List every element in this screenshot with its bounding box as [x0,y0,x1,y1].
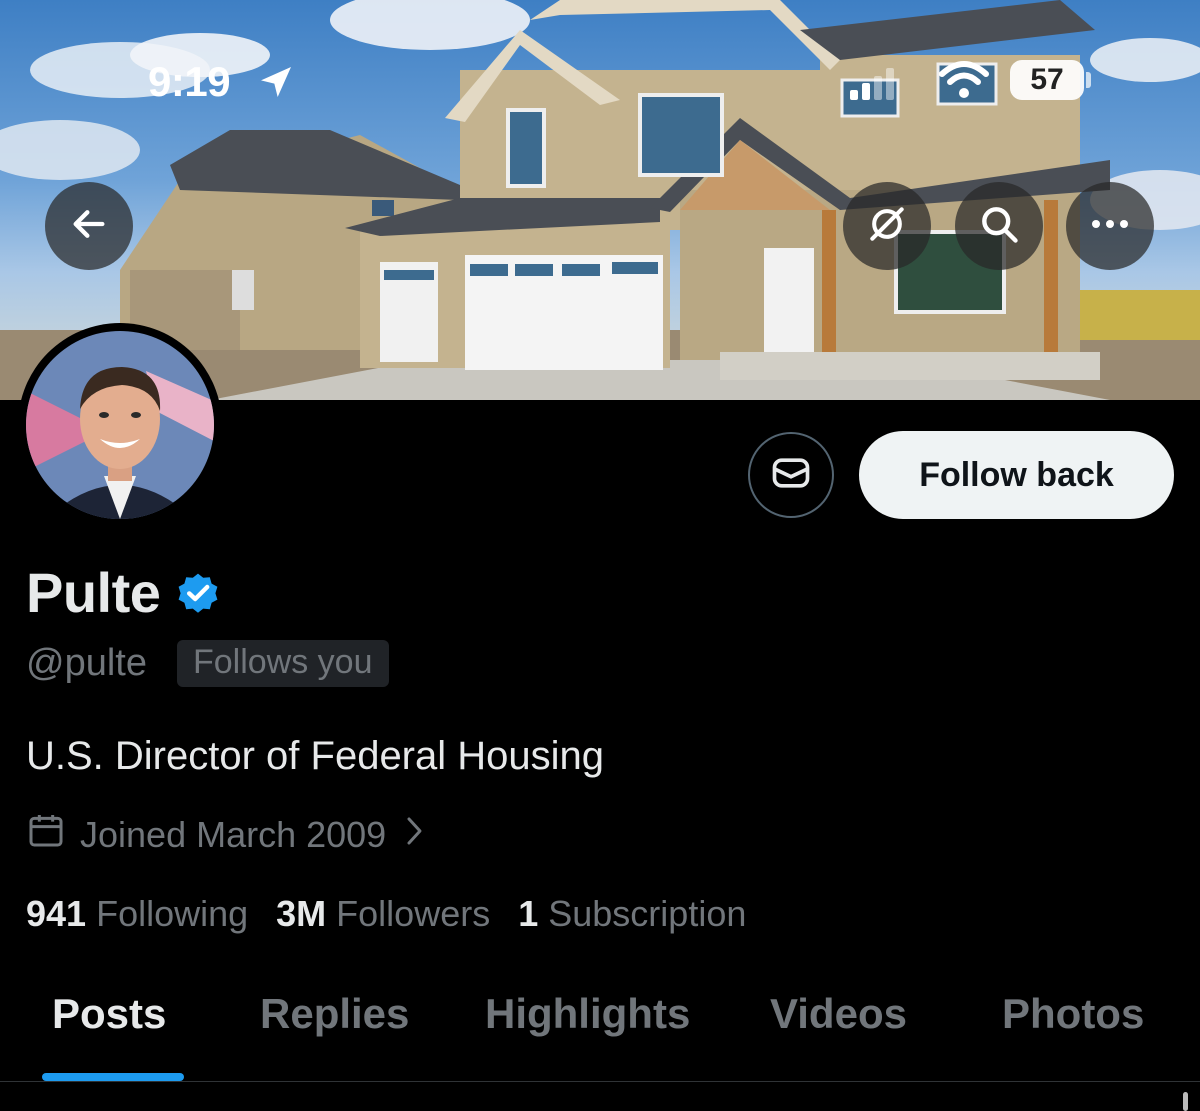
name-row: Pulte [26,560,222,625]
profile-tabs: Posts Replies Highlights Videos Photos [0,990,1200,1080]
joined-date-row[interactable]: Joined March 2009 [26,810,426,859]
grok-button[interactable] [843,182,931,270]
tab-posts[interactable]: Posts [52,990,166,1038]
envelope-icon [769,451,813,500]
tab-highlights[interactable]: Highlights [485,990,690,1038]
follows-you-badge: Follows you [176,640,389,687]
stat-number: 1 [518,893,539,934]
tab-videos[interactable]: Videos [770,990,907,1038]
back-button[interactable] [45,182,133,270]
stat-label: Followers [336,893,491,934]
tab-replies[interactable]: Replies [260,990,409,1038]
active-tab-indicator [42,1073,184,1081]
stat-number: 941 [26,893,87,934]
verified-badge-icon[interactable] [174,569,222,622]
profile-stats: 941 Following 3M Followers 1 Subscription [26,893,774,935]
status-time: 9:19 [148,58,231,105]
stat-label: Subscription [548,893,747,934]
more-button[interactable] [1066,182,1154,270]
location-arrow-icon [256,62,296,107]
user-handle: @pulte [26,642,147,684]
bio: U.S. Director of Federal Housing [26,734,605,778]
grok-slash-icon [865,202,909,251]
message-button[interactable] [748,432,834,518]
calendar-icon [26,810,66,859]
display-name: Pulte [26,561,161,624]
stat-number: 3M [276,893,327,934]
following-count[interactable]: 941 Following [26,893,248,935]
avatar[interactable] [18,323,222,527]
battery-tip [1086,72,1091,88]
chevron-right-icon [404,814,426,856]
wifi-icon [938,60,990,107]
handle-row: @pulte Follows you [26,640,389,687]
more-icon [1088,217,1132,235]
tab-photos[interactable]: Photos [1002,990,1144,1038]
back-arrow-icon [69,204,109,249]
avatar-photo [26,331,214,519]
tabs-divider [0,1081,1200,1082]
search-icon [977,202,1021,251]
battery-level: 57 [1030,63,1064,96]
followers-count[interactable]: 3M Followers [276,893,490,935]
joined-date: Joined March 2009 [80,813,387,855]
battery-icon: 57 [1010,60,1084,100]
scrollbar[interactable] [1183,1092,1188,1111]
subscription-count[interactable]: 1 Subscription [518,893,746,935]
follow-back-button[interactable]: Follow back [859,431,1174,519]
cellular-signal-icon [848,66,900,107]
stat-label: Following [96,893,249,934]
search-button[interactable] [955,182,1043,270]
profile-banner[interactable]: 9:19 57 [0,0,1200,400]
